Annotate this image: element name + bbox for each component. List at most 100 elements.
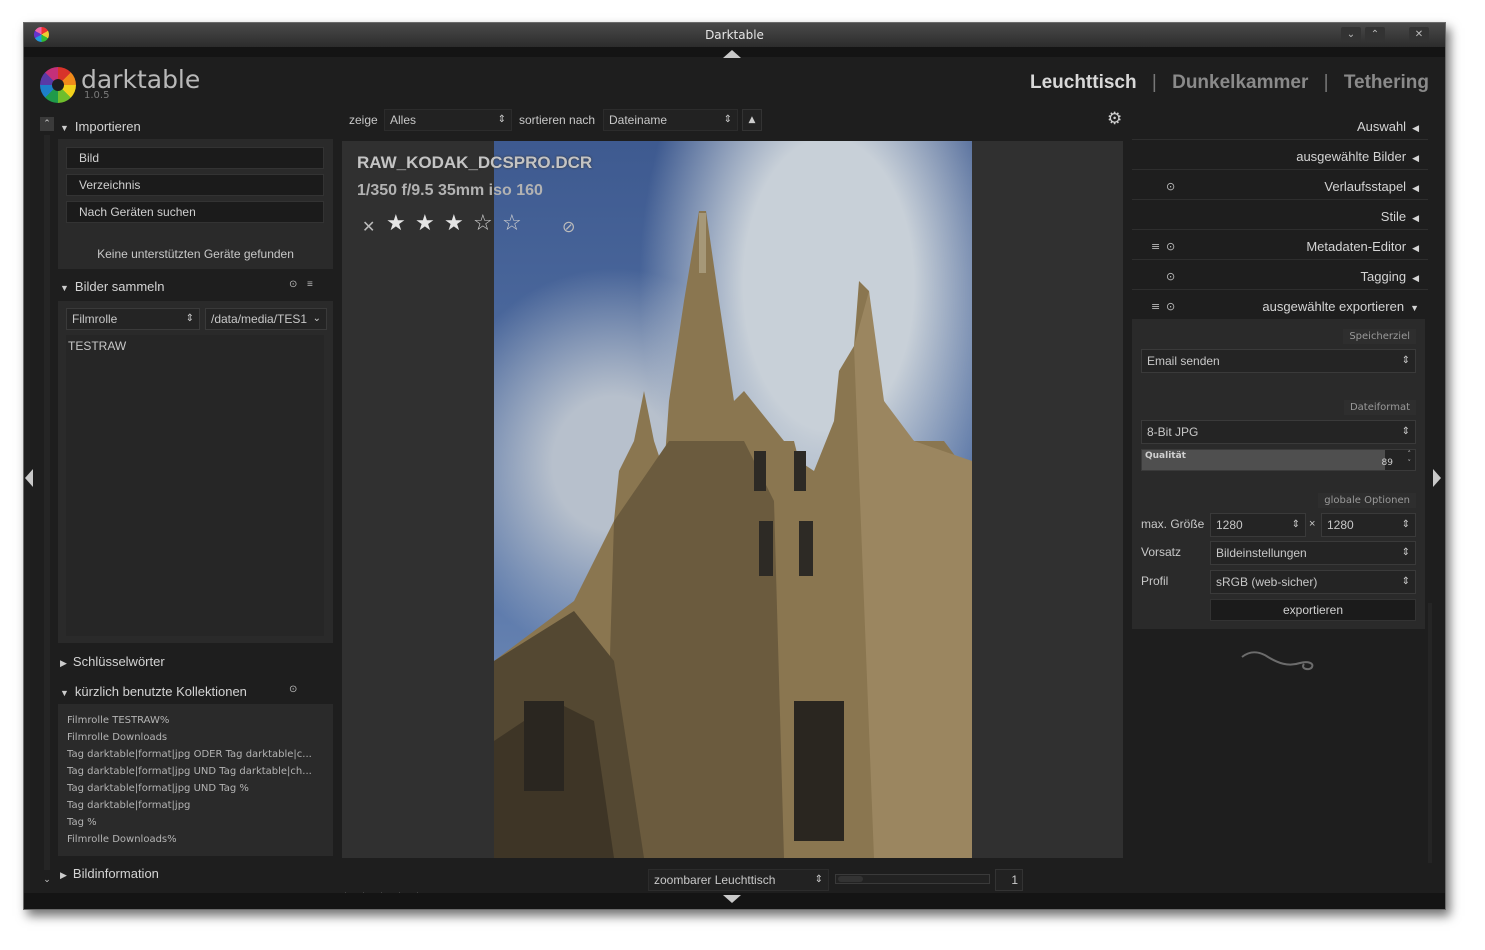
storage-target-select[interactable]: Email senden ⇕ — [1141, 349, 1416, 373]
divider — [1132, 259, 1428, 260]
altered-history-icon[interactable]: ⊘ — [562, 217, 575, 236]
image-filename: RAW_KODAK_DCSPRO.DCR — [357, 153, 593, 172]
star-5-icon[interactable]: ☆ — [502, 211, 522, 236]
layout-select[interactable]: zoombarer Leuchttisch ⇕ — [648, 869, 829, 891]
zoom-value-input[interactable]: 1 — [995, 869, 1023, 891]
preset-icon[interactable]: ⊙ — [1166, 180, 1175, 193]
left-scrollbar[interactable] — [44, 135, 50, 870]
profile-select[interactable]: sRGB (web-sicher) ⇕ — [1210, 570, 1416, 594]
collapse-bottom-arrow-icon[interactable] — [723, 895, 741, 903]
view-darkroom[interactable]: Dunkelkammer — [1172, 72, 1308, 93]
maximize-button[interactable]: ⌃ — [1365, 27, 1385, 42]
list-item[interactable]: Tag darktable|format|jpg — [67, 800, 190, 811]
module-tagging-header[interactable]: Tagging ◀ — [1361, 269, 1419, 284]
module-metadata-editor-header[interactable]: Metadaten-Editor ◀ — [1306, 239, 1419, 254]
star-3-icon[interactable]: ★ — [444, 211, 464, 236]
collect-property-value: Filmrolle — [72, 312, 118, 326]
star-1-icon[interactable]: ★ — [386, 211, 406, 236]
list-item[interactable]: Tag darktable|format|jpg UND Tag darktab… — [67, 766, 312, 777]
max-height-input[interactable]: 1280 ⇕ — [1321, 513, 1416, 537]
keywords-title: Schlüsselwörter — [72, 654, 165, 669]
show-filter-select[interactable]: Alles ⇕ — [384, 109, 512, 131]
menu-icon[interactable]: ≡ — [1151, 300, 1160, 313]
max-size-label: max. Größe — [1141, 517, 1205, 531]
collapsed-triangle-icon: ◀ — [1412, 273, 1419, 283]
preset-icon[interactable]: ⊙ — [1166, 300, 1175, 313]
title-bar: Darktable ⌄ ⌃ ✕ — [24, 23, 1445, 47]
reject-icon[interactable]: ✕ — [362, 217, 375, 236]
sort-direction-button[interactable]: ▲ — [742, 109, 762, 131]
view-lighttable[interactable]: Leuchttisch — [1030, 72, 1137, 93]
divider — [1132, 169, 1428, 170]
module-title: Auswahl — [1356, 119, 1407, 134]
left-scroll-down-icon[interactable]: ⌄ — [40, 873, 54, 887]
import-image-button[interactable]: Bild — [66, 147, 324, 169]
gear-icon[interactable]: ⚙ — [1107, 109, 1122, 129]
format-section-label: Dateiformat — [1343, 400, 1416, 415]
quality-slider[interactable]: Qualität 89 ˄ ˅ — [1141, 449, 1416, 471]
collapsed-triangle-icon: ▶ — [60, 870, 67, 880]
preset-label: Vorsatz — [1141, 545, 1182, 559]
collect-module-header[interactable]: ▼ Bilder sammeln ⊙ ≡ — [60, 279, 335, 294]
sort-select[interactable]: Dateiname ⇕ — [603, 109, 738, 131]
list-item[interactable]: Tag % — [67, 817, 97, 828]
window-title: Darktable — [705, 28, 764, 42]
import-folder-button[interactable]: Verzeichnis — [66, 174, 324, 196]
close-button[interactable]: ✕ — [1409, 27, 1429, 42]
preset-icon[interactable]: ⊙ — [289, 684, 297, 695]
collect-property-select[interactable]: Filmrolle ⇕ — [66, 308, 200, 330]
minimize-button[interactable]: ⌄ — [1341, 27, 1361, 42]
import-module-header[interactable]: ▼ Importieren — [60, 119, 141, 134]
intent-select[interactable]: Bildeinstellungen ⇕ — [1210, 541, 1416, 565]
list-item[interactable]: TESTRAW — [68, 339, 126, 353]
show-filter-value: Alles — [390, 113, 417, 127]
star-4-icon[interactable]: ☆ — [473, 211, 493, 236]
list-item[interactable]: Tag darktable|format|jpg UND Tag % — [67, 783, 249, 794]
recent-collections-header[interactable]: ▼ kürzlich benutzte Kollektionen ⊙ — [60, 684, 335, 699]
preset-icon[interactable]: ⊙ — [1166, 270, 1175, 283]
menu-icon[interactable]: ≡ — [307, 279, 313, 290]
file-format-select[interactable]: 8-Bit JPG ⇕ — [1141, 420, 1416, 444]
cathedral-image[interactable] — [494, 141, 972, 858]
zoom-slider[interactable] — [835, 874, 990, 884]
star-2-icon[interactable]: ★ — [415, 211, 435, 236]
keywords-module-header[interactable]: ▶ Schlüsselwörter — [60, 654, 165, 669]
module-history-stack-header[interactable]: Verlaufsstapel ◀ — [1324, 179, 1419, 194]
export-button[interactable]: exportieren — [1210, 599, 1416, 621]
preset-icon[interactable]: ⊙ — [1166, 240, 1175, 253]
right-scrollbar[interactable] — [1428, 603, 1432, 863]
quality-value: 89 — [1381, 458, 1393, 468]
list-item[interactable]: Filmrolle TESTRAW% — [67, 715, 169, 726]
left-panel-collapse-arrow-icon[interactable] — [25, 469, 33, 487]
collapsed-triangle-icon: ◀ — [1412, 153, 1419, 163]
max-width-input[interactable]: 1280 ⇕ — [1210, 513, 1306, 537]
zoom-slider-handle[interactable] — [838, 876, 863, 882]
scan-devices-button[interactable]: Nach Geräten suchen — [66, 201, 324, 223]
module-export-header[interactable]: ausgewählte exportieren ▼ — [1262, 299, 1419, 314]
right-panel-collapse-arrow-icon[interactable] — [1433, 469, 1441, 487]
collapsed-triangle-icon: ◀ — [1412, 243, 1419, 253]
menu-icon[interactable]: ≡ — [1151, 240, 1160, 253]
collapsed-triangle-icon: ◀ — [1412, 123, 1419, 133]
module-styles-header[interactable]: Stile ◀ — [1381, 209, 1419, 224]
quality-stepper-icon[interactable]: ˄ ˅ — [1408, 450, 1412, 468]
preset-icon[interactable]: ⊙ — [289, 279, 297, 290]
image-info-module-header[interactable]: ▶ Bildinformation — [60, 866, 159, 881]
spinner-icon: ⇕ — [1401, 355, 1410, 366]
module-title: Stile — [1380, 209, 1407, 224]
left-scroll-up-icon[interactable]: ⌃ — [40, 117, 54, 131]
no-devices-status: Keine unterstützten Geräte gefunden — [97, 247, 294, 261]
collapsed-triangle-icon: ◀ — [1412, 213, 1419, 223]
list-item[interactable]: Filmrolle Downloads% — [67, 834, 177, 845]
spinner-icon: ⇕ — [1401, 547, 1410, 558]
view-tethering[interactable]: Tethering — [1344, 72, 1429, 93]
module-selection-header[interactable]: Auswahl ◀ — [1357, 119, 1419, 134]
darktable-window: Darktable ⌄ ⌃ ✕ darktable 1.0.5 Leuchtti… — [23, 22, 1446, 910]
lighttable-area[interactable]: RAW_KODAK_DCSPRO.DCR 1/350 f/9.5 35mm is… — [342, 141, 1123, 858]
collapse-top-arrow-icon[interactable] — [723, 50, 741, 58]
module-selected-images-header[interactable]: ausgewählte Bilder ◀ — [1296, 149, 1419, 164]
spinner-icon: ⇕ — [1401, 519, 1410, 530]
collect-path-input[interactable]: /data/media/TES1 ⌄ — [205, 308, 327, 330]
list-item[interactable]: Filmrolle Downloads — [67, 732, 167, 743]
list-item[interactable]: Tag darktable|format|jpg ODER Tag darkta… — [67, 749, 312, 760]
